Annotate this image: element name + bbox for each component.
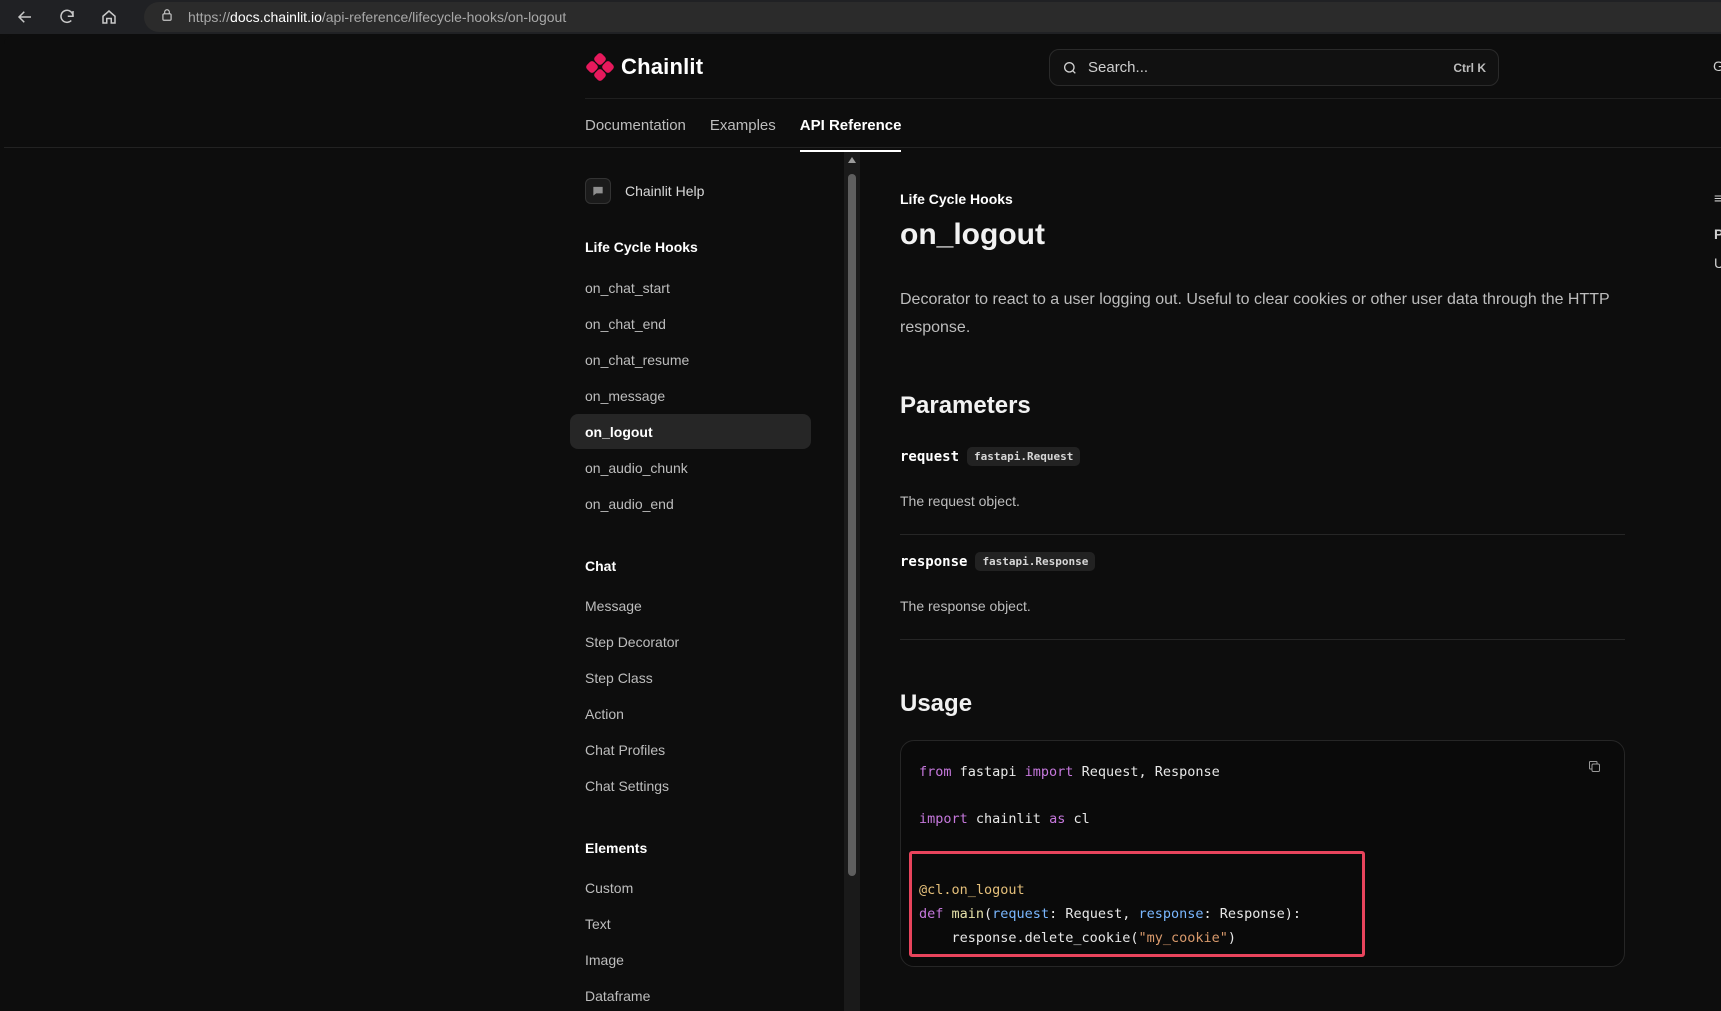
sidebar-item-on-message[interactable]: on_message (585, 388, 665, 404)
browser-toolbar: https://docs.chainlit.io/api-reference/l… (0, 0, 1721, 34)
sidebar-item-on-audio-end[interactable]: on_audio_end (585, 496, 674, 512)
sidebar-item-on-chat-start[interactable]: on_chat_start (585, 280, 670, 296)
toc-icon[interactable]: ≡ (1714, 190, 1721, 206)
sidebar: Chainlit Help Life Cycle Hooks on_chat_s… (569, 36, 839, 1011)
scrollbar-thumb[interactable] (848, 174, 856, 876)
highlight-box (909, 851, 1365, 957)
sidebar-item-chat-settings[interactable]: Chat Settings (585, 778, 669, 794)
toc-item-edge[interactable]: U (1714, 255, 1721, 271)
sidebar-item-step-class[interactable]: Step Class (585, 670, 653, 686)
code-line: import chainlit as cl (919, 811, 1090, 827)
help-label: Chainlit Help (625, 183, 705, 199)
param-divider (900, 534, 1625, 535)
param-description: The request object. (900, 493, 1020, 509)
sidebar-item-message[interactable]: Message (585, 598, 642, 614)
param-request: request fastapi.Request (900, 447, 1081, 466)
sidebar-item-text[interactable]: Text (585, 916, 611, 932)
search-placeholder: Search... (1088, 59, 1149, 76)
param-type: fastapi.Response (975, 552, 1096, 571)
sidebar-scrollbar[interactable] (844, 152, 860, 1011)
section-title-chat: Chat (585, 558, 617, 574)
page-title: on_logout (900, 218, 1045, 251)
chat-bubble-icon (585, 178, 611, 204)
sidebar-help-link[interactable]: Chainlit Help (585, 178, 704, 204)
page: Chainlit Search... Ctrl K G Documentatio… (4, 36, 1721, 1011)
page-description: Decorator to react to a user logging out… (900, 291, 1610, 336)
sidebar-item-custom[interactable]: Custom (585, 880, 633, 896)
sidebar-item-on-chat-end[interactable]: on_chat_end (585, 316, 666, 332)
copy-icon[interactable] (1587, 759, 1602, 779)
sidebar-item-image[interactable]: Image (585, 952, 624, 968)
reload-icon[interactable] (50, 2, 84, 32)
parameters-heading: Parameters (900, 392, 1031, 419)
param-description: The response object. (900, 598, 1031, 614)
param-type: fastapi.Request (967, 447, 1081, 466)
search-shortcut: Ctrl K (1453, 60, 1486, 75)
param-name: request (900, 448, 960, 465)
address-bar[interactable]: https://docs.chainlit.io/api-reference/l… (144, 2, 1721, 32)
sidebar-item-step-decorator[interactable]: Step Decorator (585, 634, 679, 650)
scroll-up-icon[interactable] (848, 157, 856, 163)
search-input[interactable]: Search... Ctrl K (1049, 49, 1499, 86)
back-icon[interactable] (8, 2, 42, 32)
param-divider (900, 639, 1625, 640)
tabs-divider (4, 147, 1721, 148)
section-title-elements: Elements (585, 840, 648, 856)
param-name: response (900, 553, 968, 570)
sidebar-item-on-logout[interactable]: on_logout (570, 414, 811, 449)
param-response: response fastapi.Response (900, 552, 1096, 571)
url-text[interactable]: https://docs.chainlit.io/api-reference/l… (188, 9, 566, 25)
section-title-lifecycle: Life Cycle Hooks (585, 239, 698, 255)
lock-icon[interactable] (160, 8, 174, 27)
usage-heading: Usage (900, 690, 973, 717)
toc-heading-edge[interactable]: P (1714, 226, 1721, 242)
sidebar-item-dataframe[interactable]: Dataframe (585, 988, 650, 1004)
header-edge-text[interactable]: G (1713, 58, 1721, 74)
code-line: from fastapi import Request, Response (919, 764, 1220, 780)
home-icon[interactable] (92, 2, 126, 32)
sidebar-item-chat-profiles[interactable]: Chat Profiles (585, 742, 665, 758)
sidebar-item-on-chat-resume[interactable]: on_chat_resume (585, 352, 689, 368)
sidebar-item-on-audio-chunk[interactable]: on_audio_chunk (585, 460, 688, 476)
breadcrumb[interactable]: Life Cycle Hooks (900, 191, 1013, 207)
search-icon (1064, 61, 1076, 74)
sidebar-item-action[interactable]: Action (585, 706, 624, 722)
